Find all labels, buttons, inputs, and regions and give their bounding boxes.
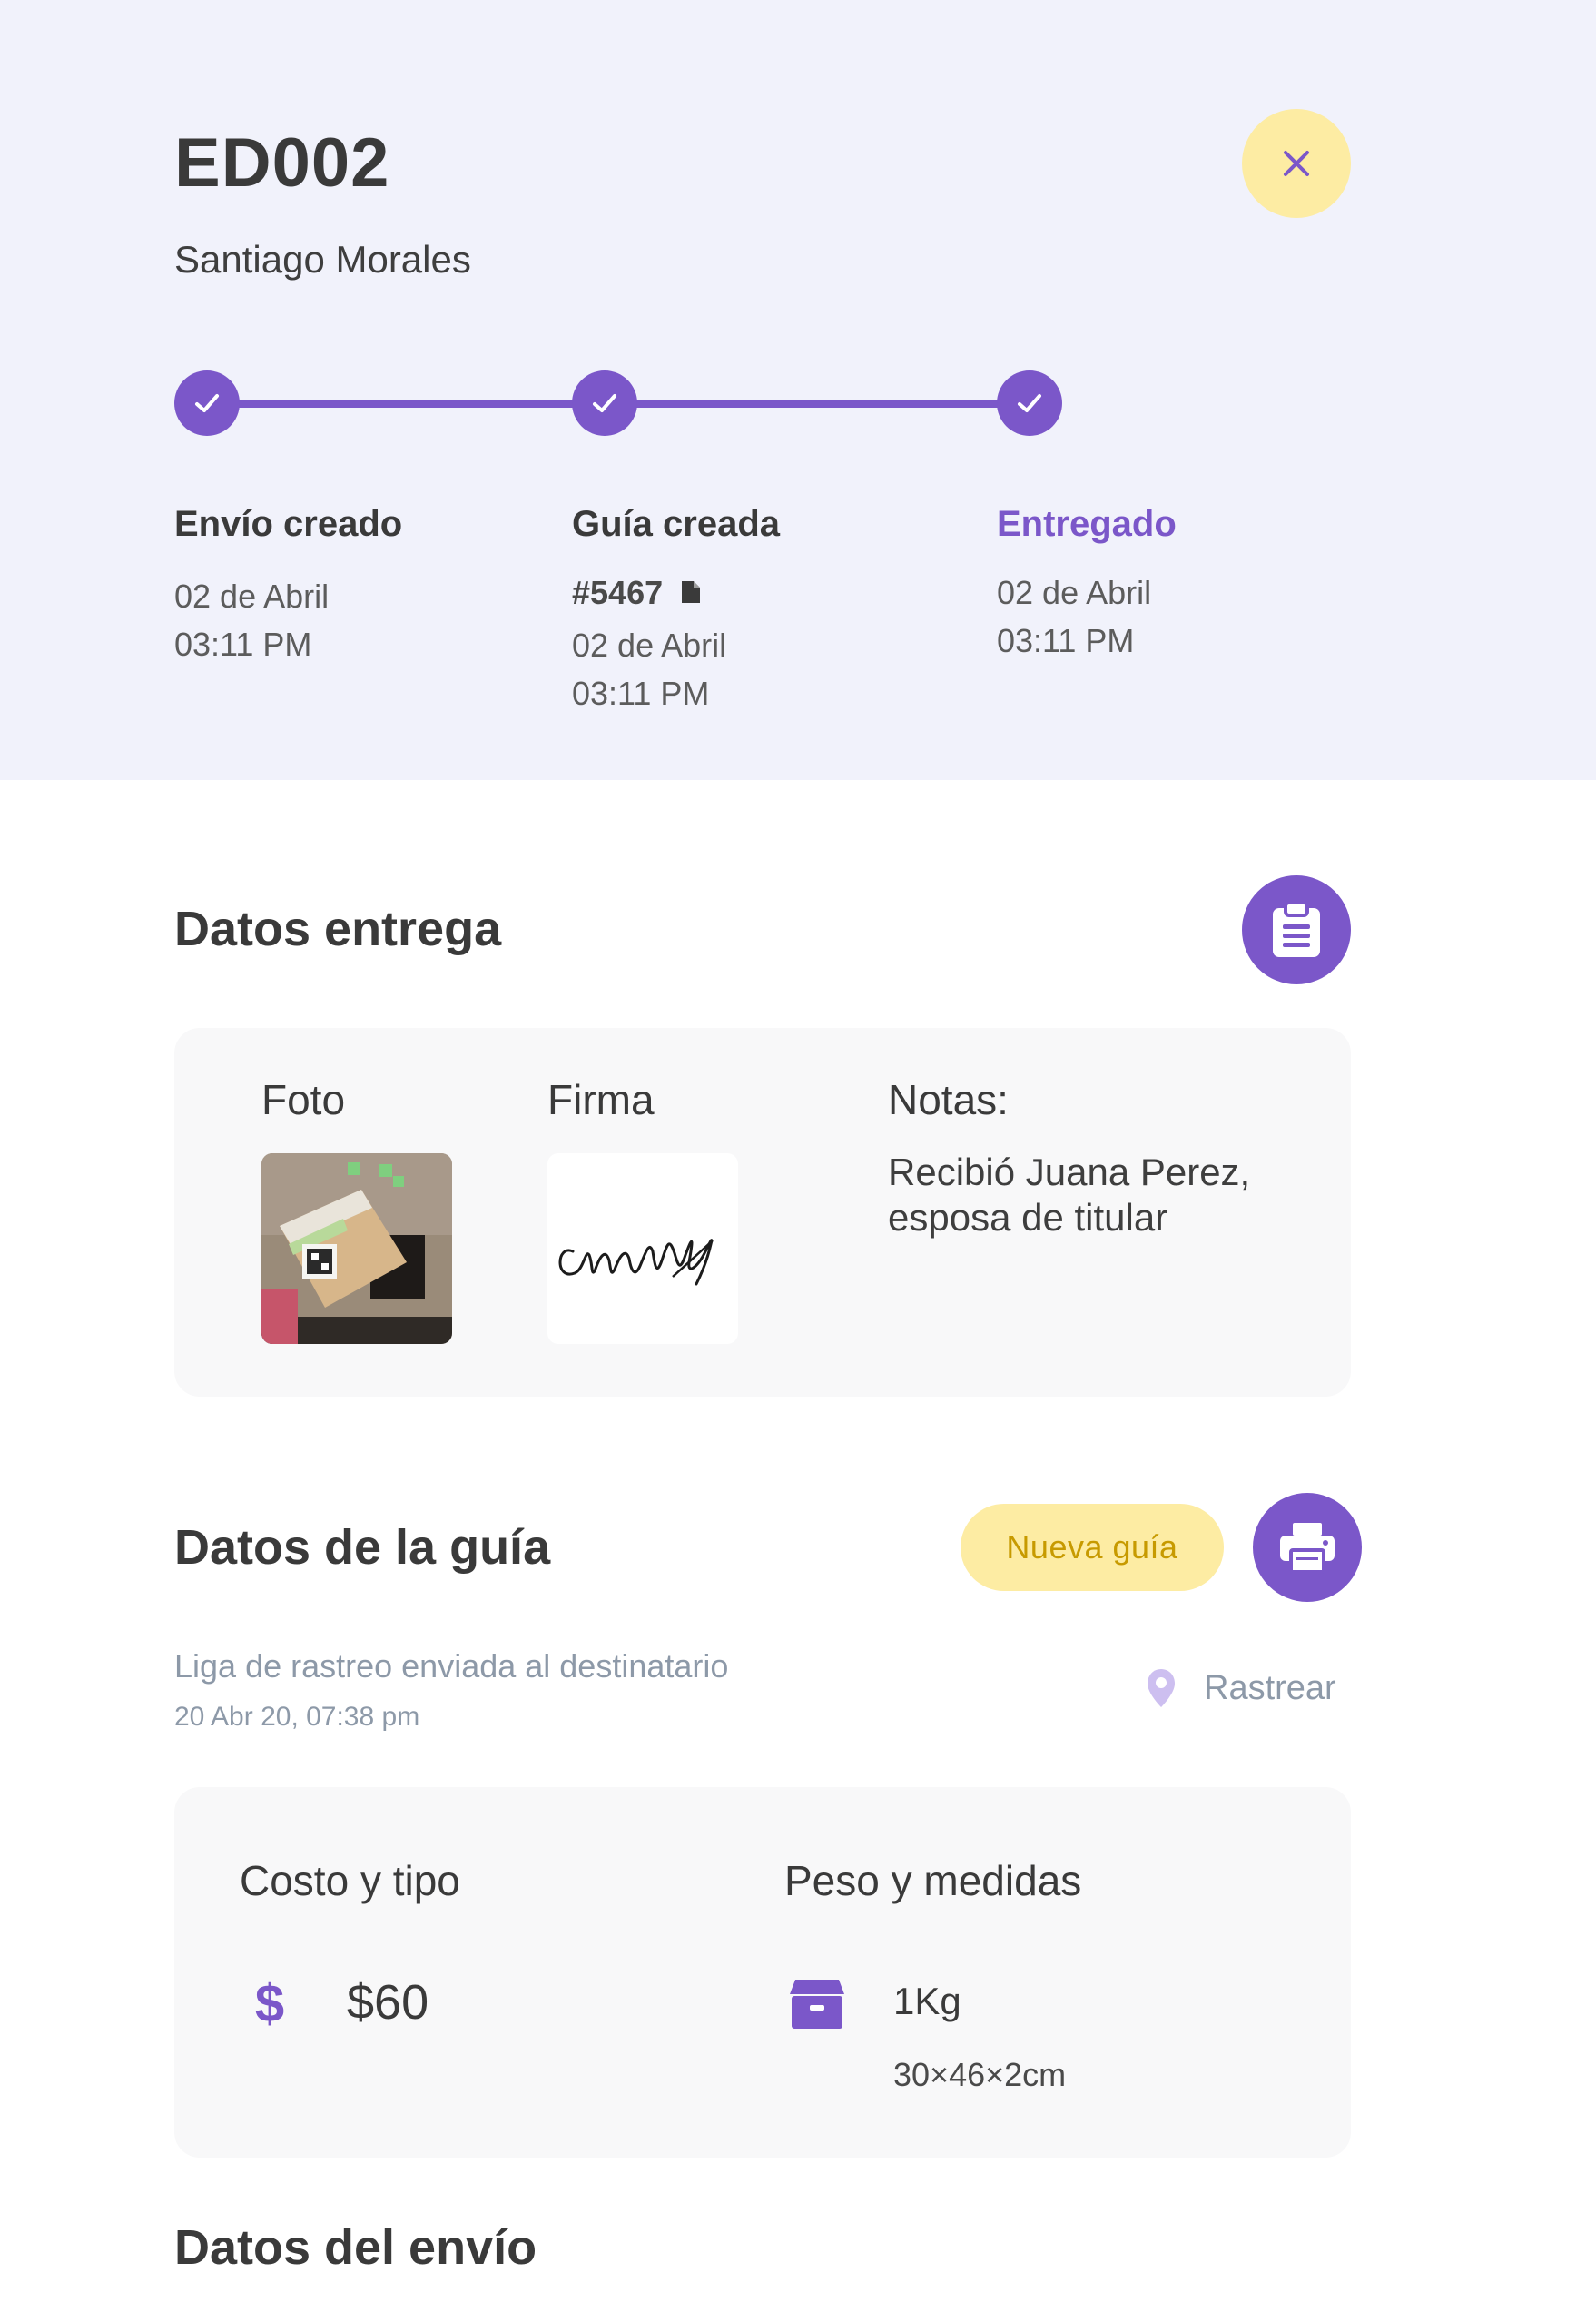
- guide-number[interactable]: #5467: [572, 574, 703, 612]
- track-label: Rastrear: [1204, 1668, 1336, 1707]
- dollar-icon: $: [255, 1976, 284, 2030]
- clipboard-icon: [1273, 901, 1320, 957]
- check-icon: [195, 394, 219, 412]
- location-pin-icon: [1148, 1669, 1175, 1707]
- check-icon: [1018, 394, 1041, 412]
- step-title-guide: Guía creada: [572, 504, 781, 544]
- photo-label: Foto: [261, 1076, 346, 1123]
- step-title-created: Envío creado: [174, 504, 403, 544]
- printer-icon: [1280, 1523, 1335, 1574]
- guide-section-title: Datos de la guía: [174, 1520, 551, 1575]
- close-button[interactable]: [1242, 109, 1351, 218]
- cost-value: $60: [347, 1975, 429, 2030]
- step-dot-guide: [572, 370, 637, 436]
- step-date-guide: 02 de Abril: [572, 627, 727, 664]
- signature-image[interactable]: [547, 1153, 738, 1344]
- guide-number-text: #5467: [572, 574, 664, 611]
- customer-name: Santiago Morales: [174, 238, 471, 281]
- close-icon: [1284, 151, 1309, 176]
- guide-details-card: [174, 1787, 1351, 2158]
- delivery-photo[interactable]: [261, 1153, 452, 1344]
- step-dot-created: [174, 370, 240, 436]
- box-icon: [790, 1980, 844, 2029]
- delivery-report-button[interactable]: [1242, 875, 1351, 984]
- delivery-notes: Recibió Juana Perez, esposa de titular: [888, 1151, 1251, 1239]
- progress-line-1: [207, 400, 605, 408]
- print-guide-button[interactable]: [1253, 1493, 1362, 1602]
- step-dot-delivered: [997, 370, 1062, 436]
- progress-line-2: [605, 400, 1030, 408]
- step-time-delivered: 03:11 PM: [997, 622, 1135, 659]
- shipment-id: ED002: [174, 124, 390, 202]
- step-date-created: 02 de Abril: [174, 578, 330, 615]
- delivery-section-title: Datos entrega: [174, 902, 502, 956]
- shipment-header: ED002 Santiago Morales Envío creado 02 d…: [0, 0, 1596, 780]
- track-link[interactable]: Rastrear: [1146, 1667, 1336, 1709]
- shipment-section-title: Datos del envío: [174, 2220, 537, 2275]
- notes-label: Notas:: [888, 1076, 1009, 1123]
- tracking-sent-text: Liga de rastreo enviada al destinatario: [174, 1647, 729, 1685]
- signature-label: Firma: [547, 1076, 655, 1123]
- check-icon: [593, 394, 616, 412]
- weight-label: Peso y medidas: [784, 1857, 1082, 1904]
- copy-icon[interactable]: [679, 579, 703, 607]
- tracking-sent-date: 20 Abr 20, 07:38 pm: [174, 1702, 420, 1732]
- dimensions-value: 30×46×2cm: [893, 2056, 1067, 2093]
- cost-label: Costo y tipo: [240, 1857, 460, 1904]
- weight-value: 1Kg: [893, 1980, 961, 2022]
- step-time-created: 03:11 PM: [174, 626, 312, 663]
- new-guide-button[interactable]: Nueva guía: [961, 1504, 1224, 1591]
- svg-text:$: $: [255, 1976, 284, 2030]
- step-time-guide: 03:11 PM: [572, 675, 710, 712]
- step-title-delivered: Entregado: [997, 504, 1177, 544]
- step-date-delivered: 02 de Abril: [997, 574, 1152, 611]
